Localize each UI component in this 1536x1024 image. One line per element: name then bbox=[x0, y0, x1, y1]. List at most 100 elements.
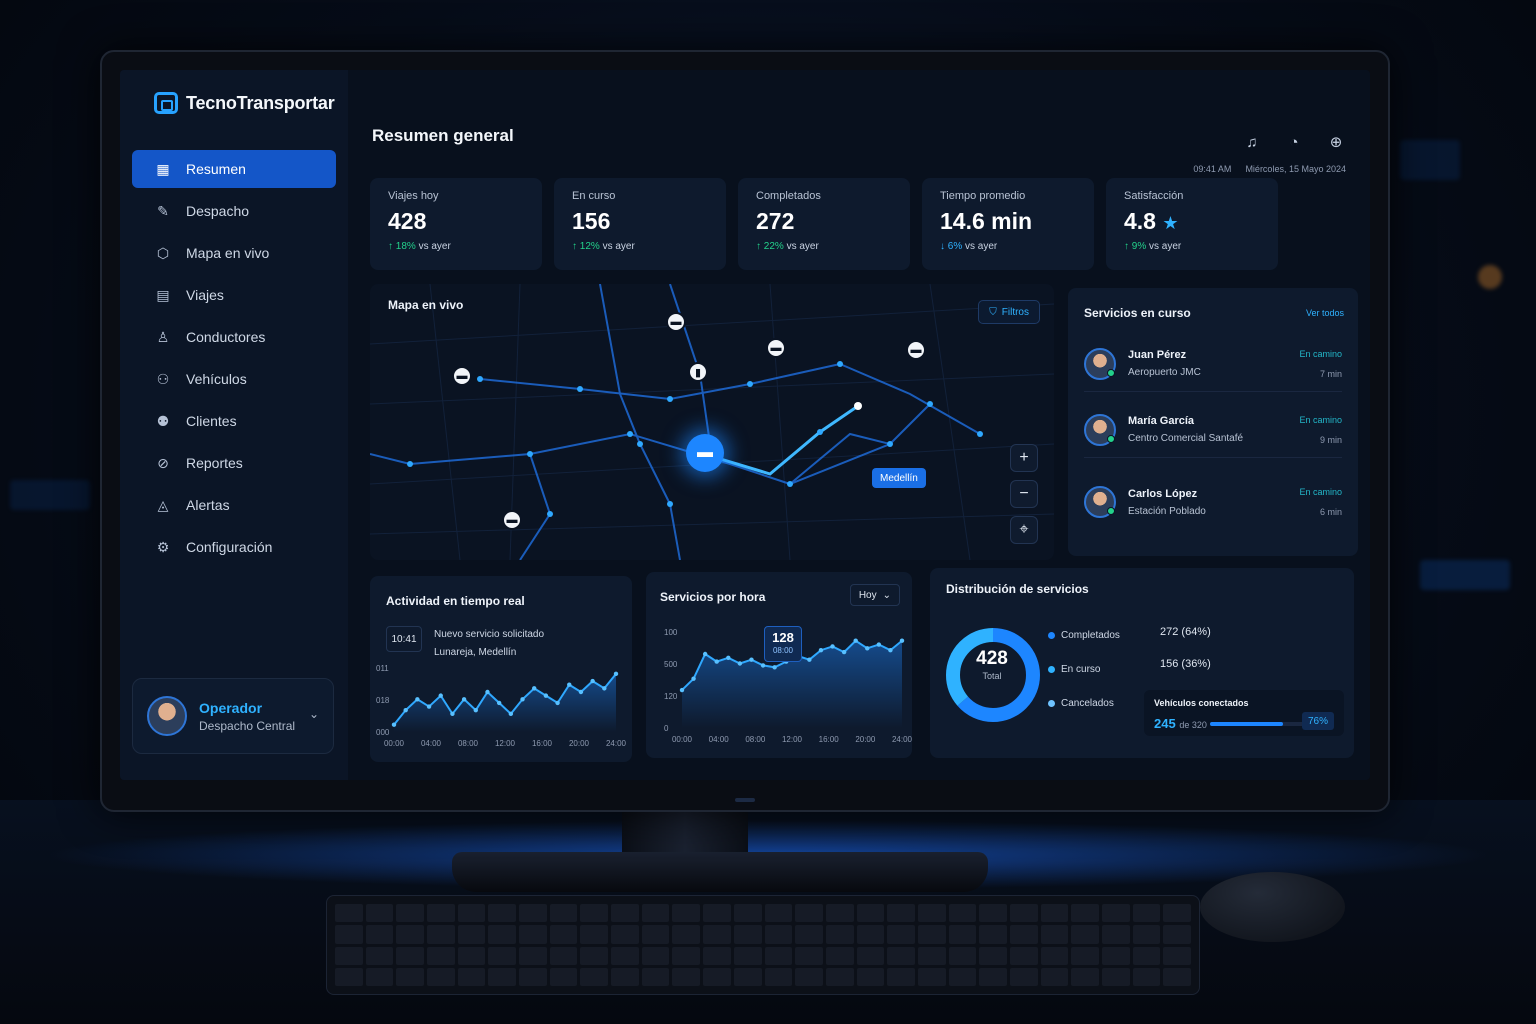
car-icon[interactable]: ▬ bbox=[906, 340, 926, 360]
keyboard bbox=[326, 895, 1200, 995]
car-icon[interactable]: ▬ bbox=[766, 338, 786, 358]
key bbox=[457, 925, 486, 944]
key bbox=[396, 946, 425, 965]
distribution-panel: Distribución de servicios 428 Total Comp… bbox=[930, 568, 1354, 758]
key bbox=[825, 925, 854, 944]
add-icon[interactable]: ⊕ bbox=[1326, 132, 1346, 152]
key bbox=[611, 946, 639, 965]
key bbox=[948, 925, 977, 944]
kpi-label: Tiempo promedio bbox=[940, 190, 1026, 202]
bell-icon[interactable]: ♫ bbox=[1242, 132, 1262, 152]
sidebar-item-mapa-en-vivo[interactable]: ⬡ Mapa en vivo bbox=[132, 234, 336, 272]
kpi-card-viajes-hoy[interactable]: Viajes hoy 428 ↑ 18% vs ayer bbox=[370, 178, 542, 270]
map-icon: ▤ bbox=[156, 286, 170, 303]
kpi-delta-suffix: vs ayer bbox=[418, 241, 451, 252]
sidebar-item-conductores[interactable]: ♙ Conductores bbox=[132, 318, 336, 356]
kpi-card-completados[interactable]: Completados 272 ↑ 22% vs ayer bbox=[738, 178, 910, 270]
service-item[interactable]: María García Centro Comercial Santafé En… bbox=[1084, 402, 1342, 458]
y-tick-label: 0 bbox=[664, 724, 669, 733]
key bbox=[672, 904, 701, 923]
filter-icon: ⛉ bbox=[989, 306, 997, 318]
locate-button[interactable]: ⌖ bbox=[1010, 516, 1038, 544]
arrow-down-icon: ↓ bbox=[940, 241, 948, 252]
background-light bbox=[10, 480, 90, 510]
sidebar-item-alertas[interactable]: ◬ Alertas bbox=[132, 486, 336, 524]
data-point bbox=[702, 651, 708, 657]
avatar bbox=[1084, 486, 1116, 518]
legend-value: 156 (36%) bbox=[1160, 658, 1211, 670]
zoom-in-button[interactable]: + bbox=[1010, 444, 1038, 472]
key bbox=[887, 967, 915, 986]
chat-icon[interactable]: ◔ bbox=[1284, 132, 1304, 152]
series-area bbox=[394, 673, 616, 732]
key bbox=[519, 925, 547, 944]
gear-icon: ⚙ bbox=[156, 538, 170, 555]
operator-menu[interactable]: Operador Despacho Central ⌄ bbox=[132, 678, 334, 754]
service-item[interactable]: Carlos López Estación Poblado En camino … bbox=[1084, 474, 1342, 530]
legend-dot bbox=[1048, 632, 1055, 639]
key bbox=[764, 967, 793, 986]
sidebar-item-vehiculos[interactable]: ⚇ Vehículos bbox=[132, 360, 336, 398]
x-tick-label: 24:00 bbox=[892, 735, 912, 744]
driver-name: Carlos López bbox=[1128, 487, 1198, 500]
filters-button[interactable]: ⛉ Filtros bbox=[978, 300, 1040, 324]
map-title: Mapa en vivo bbox=[388, 298, 464, 312]
sidebar-item-despacho[interactable]: ✎ Despacho bbox=[132, 192, 336, 230]
sidebar-item-resumen[interactable]: ▦ Resumen bbox=[132, 150, 336, 188]
data-point bbox=[567, 682, 572, 687]
key bbox=[365, 925, 394, 944]
x-tick-label: 04:00 bbox=[709, 735, 730, 744]
key bbox=[549, 967, 578, 986]
key bbox=[1009, 946, 1038, 965]
kpi-value: 156 bbox=[572, 208, 611, 234]
key bbox=[733, 967, 762, 986]
sidebar-item-clientes[interactable]: ⚉ Clientes bbox=[132, 402, 336, 440]
see-all-link[interactable]: Ver todos bbox=[1306, 308, 1344, 318]
kpi-card-tiempo-promedio[interactable]: Tiempo promedio 14.6 min ↓ 6% vs ayer bbox=[922, 178, 1094, 270]
clients-icon: ⚉ bbox=[156, 412, 170, 429]
car-icon[interactable]: ▬ bbox=[502, 510, 522, 530]
sidebar-item-reportes[interactable]: ⊘ Reportes bbox=[132, 444, 336, 482]
key bbox=[856, 925, 885, 944]
map-streets bbox=[370, 284, 1054, 560]
key bbox=[335, 967, 363, 986]
car-icon[interactable]: ▬ bbox=[452, 366, 472, 386]
key bbox=[1101, 946, 1130, 965]
key bbox=[641, 904, 670, 923]
zoom-out-button[interactable]: − bbox=[1010, 480, 1038, 508]
driver-name: Juan Pérez bbox=[1128, 349, 1187, 361]
key bbox=[1040, 925, 1069, 944]
selected-car-icon[interactable]: ▬ bbox=[686, 434, 724, 472]
kpi-delta-suffix: vs ayer bbox=[786, 241, 819, 252]
logo-icon bbox=[154, 92, 178, 114]
key bbox=[580, 925, 609, 944]
activity-panel: Actividad en tiempo real 10:41 Nuevo ser… bbox=[370, 576, 632, 762]
header-date: Miércoles, 15 Mayo 2024 bbox=[1245, 164, 1346, 174]
sidebar-item-label: Mapa en vivo bbox=[186, 245, 270, 261]
kpi-delta: ↓ 6% vs ayer bbox=[940, 241, 1076, 252]
key bbox=[979, 946, 1007, 965]
key bbox=[703, 946, 731, 965]
kpi-card-satisfaccion[interactable]: Satisfacción 4.8 ★ ↑ 9% vs ayer bbox=[1106, 178, 1278, 270]
key bbox=[1132, 946, 1161, 965]
key bbox=[825, 967, 854, 986]
car-icon[interactable]: ▮ bbox=[688, 362, 708, 382]
data-point bbox=[865, 646, 870, 651]
status-badge: En camino bbox=[1299, 348, 1342, 359]
data-point bbox=[737, 661, 743, 666]
logo[interactable]: TecnoTransportar bbox=[154, 92, 335, 114]
chevron-down-icon[interactable]: ⌄ bbox=[309, 707, 319, 721]
online-indicator bbox=[1107, 368, 1115, 377]
service-item[interactable]: Juan Pérez Aeropuerto JMC En camino 7 mi… bbox=[1084, 336, 1342, 392]
data-point bbox=[760, 663, 766, 668]
kpi-card-en-curso[interactable]: En curso 156 ↑ 12% vs ayer bbox=[554, 178, 726, 270]
live-map[interactable]: Mapa en vivo ⛉ Filtros ▬ ▬ ▮ ▬ ▬ ▬ ▬ Med… bbox=[370, 284, 1054, 560]
key bbox=[427, 925, 455, 944]
key bbox=[948, 967, 977, 986]
sidebar-item-configuracion[interactable]: ⚙ Configuración bbox=[132, 528, 336, 566]
key bbox=[519, 904, 547, 923]
key bbox=[1163, 904, 1191, 923]
car-icon[interactable]: ▬ bbox=[666, 312, 686, 332]
sidebar-item-viajes[interactable]: ▤ Viajes bbox=[132, 276, 336, 314]
kpi-delta-value: 18% bbox=[395, 241, 416, 252]
